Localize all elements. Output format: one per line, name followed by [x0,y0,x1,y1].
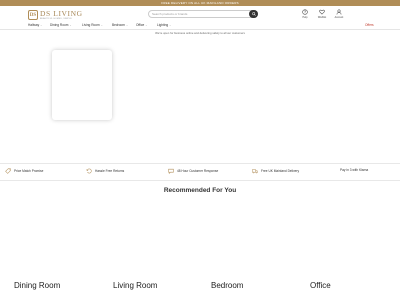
promo-bar: FREE DELIVERY ON ALL UK MAINLAND ORDERS [0,0,400,6]
category-office[interactable]: Office [310,281,331,290]
nav-label: Lighting [157,23,169,27]
chevron-down-icon: ⌄ [125,23,128,27]
wishlist-button[interactable]: Wishlist [317,9,327,19]
user-icon [336,9,342,15]
help-icon [302,9,308,15]
divider [0,163,400,164]
site-logo[interactable]: DS DS LIVING BEAUTIFUL HOMES, SIMPLE [28,9,84,21]
nav-item-lighting[interactable]: Lighting ⌄ [157,23,171,27]
nav-item-hallway[interactable]: Hallway ⌄ [28,23,42,27]
nav-item-bedroom[interactable]: Bedroom ⌄ [112,23,128,27]
chat-icon [168,168,174,174]
usp-strip: Price Match Promise Hassle Free Returns … [0,165,400,179]
usp-label: Hassle Free Returns [95,169,125,173]
usp-price-match[interactable]: Price Match Promise [5,168,43,174]
search-bar [148,10,258,18]
category-dining-room[interactable]: Dining Room [14,281,60,290]
chevron-down-icon: ⌄ [145,23,148,27]
account-button[interactable]: Account [334,9,344,19]
logo-name: DS LIVING [40,8,83,18]
nav-label: Living Room [82,23,100,27]
returns-icon [86,168,92,174]
help-button[interactable]: Help [300,9,310,19]
usp-label: Price Match Promise [14,169,44,173]
service-notice: We're open for business online and deliv… [155,31,245,35]
nav-label: Office [136,23,145,27]
nav-item-dining-room[interactable]: Dining Room ⌄ [50,23,71,27]
nav-item-offers[interactable]: Offers [365,23,374,27]
usp-klarna[interactable]: Pay in 3 with Klarna [340,168,368,172]
usp-label: Pay in 3 with Klarna [340,168,369,172]
nav-item-living-room[interactable]: Living Room ⌄ [82,23,103,27]
chevron-down-icon: ⌄ [169,23,172,27]
recommended-heading: Recommended For You [163,187,237,194]
usp-free-delivery[interactable]: Free UK Mainland Delivery [252,168,299,174]
popup-card [52,50,112,120]
usp-label: 48 Hour Customer Response [177,169,219,173]
wishlist-label: Wishlist [317,16,327,19]
divider [0,180,400,181]
chevron-down-icon: ⌄ [40,23,43,27]
search-icon [251,12,256,16]
chevron-down-icon: ⌄ [69,23,72,27]
usp-customer-response[interactable]: 48 Hour Customer Response [168,168,218,174]
nav-label: Bedroom [112,23,125,27]
truck-icon [252,169,258,174]
help-label: Help [302,16,308,19]
search-input[interactable] [152,11,246,17]
category-living-room[interactable]: Living Room [113,281,157,290]
heart-icon [319,9,325,15]
logo-mark: DS [28,10,38,20]
main-nav: Hallway ⌄ Dining Room ⌄ Living Room ⌄ Be… [0,22,400,30]
usp-returns[interactable]: Hassle Free Returns [86,168,124,174]
nav-item-office[interactable]: Office ⌄ [136,23,147,27]
nav-label: Hallway [28,23,40,27]
search-button[interactable] [249,10,258,18]
tag-icon [5,168,11,174]
chevron-down-icon: ⌄ [100,23,103,27]
category-bedroom[interactable]: Bedroom [211,281,243,290]
usp-label: Free UK Mainland Delivery [261,169,300,173]
account-label: Account [334,16,344,19]
logo-tagline: BEAUTIFUL HOMES, SIMPLE [40,18,72,21]
nav-label: Dining Room [50,23,69,27]
